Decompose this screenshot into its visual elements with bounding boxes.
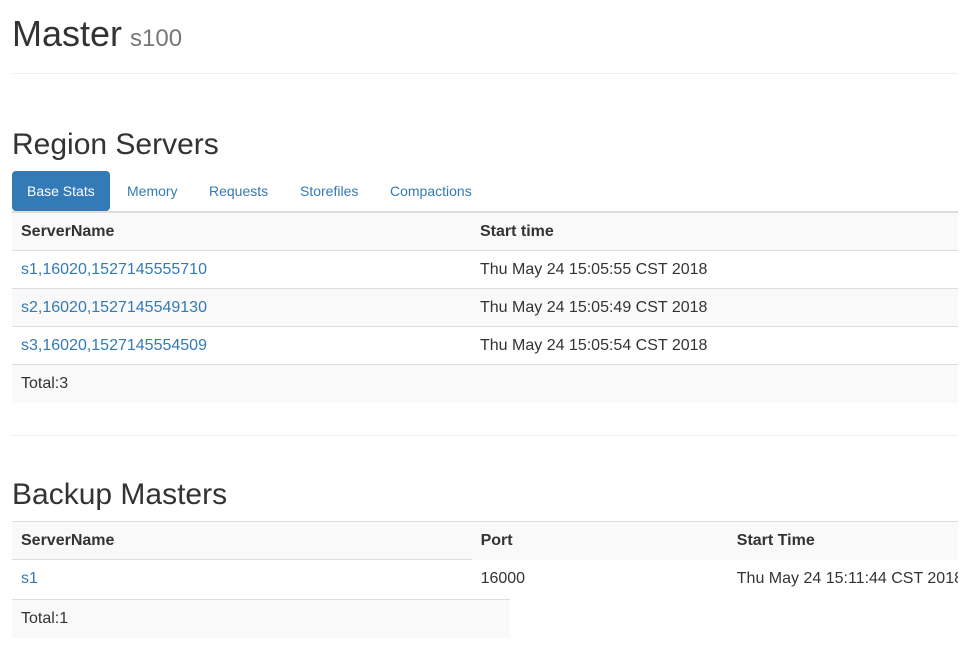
start-time-cell: Thu May 24 15:05:54 CST 2018	[471, 326, 958, 365]
server-link[interactable]: s2,16020,1527145549130	[21, 299, 207, 316]
server-name-cell: s1	[12, 559, 472, 598]
tab-requests[interactable]: Requests	[194, 171, 283, 211]
region-servers-table: ServerName Start time s1,16020,152714555…	[12, 212, 958, 403]
page-header: Master s100	[12, 12, 958, 56]
page-title: Master	[12, 13, 123, 54]
header-divider	[12, 73, 958, 74]
server-link[interactable]: s1	[21, 570, 38, 587]
table-total-row: Total:3	[12, 364, 958, 403]
backup-masters-title: Backup Masters	[12, 478, 228, 511]
region-servers-tabs: Base Stats Memory Requests Storefiles Co…	[12, 171, 958, 212]
table-row: s2,16020,1527145549130 Thu May 24 15:05:…	[12, 288, 958, 327]
server-link[interactable]: s1,16020,1527145555710	[21, 261, 207, 278]
port-cell: 16000	[480, 569, 526, 587]
backup-masters-total: Total:1	[12, 599, 510, 638]
server-link[interactable]: s3,16020,1527145554509	[21, 337, 207, 354]
table-row: s1 16000 Thu May 24 15:11:44 CST 2018	[12, 559, 958, 598]
page-subtitle: s100	[130, 25, 183, 52]
server-name-cell: s2,16020,1527145549130	[12, 288, 471, 327]
tab-storefiles[interactable]: Storefiles	[285, 171, 373, 211]
column-header-start-time: Start time	[471, 212, 958, 251]
region-servers-title: Region Servers	[12, 128, 219, 161]
total-cell: Total:3	[12, 364, 471, 403]
table-row: s1,16020,1527145555710 Thu May 24 15:05:…	[12, 250, 958, 289]
table-header-row: ServerName Start time	[12, 212, 958, 251]
server-name-cell: s1,16020,1527145555710	[12, 250, 471, 289]
column-header-servername: ServerName	[12, 521, 472, 560]
section-divider	[12, 435, 958, 436]
tab-base-stats[interactable]: Base Stats	[12, 171, 110, 211]
start-time-cell: Thu May 24 15:11:44 CST 2018	[736, 569, 958, 587]
column-header-servername: ServerName	[12, 212, 471, 251]
page: Master s100 Region Servers Base Stats Mem…	[0, 0, 958, 659]
column-header-start-time: Start Time	[727, 521, 958, 560]
start-time-cell: Thu May 24 15:05:55 CST 2018	[471, 250, 958, 289]
column-header-port: Port	[471, 521, 728, 560]
start-time-cell: Thu May 24 15:05:49 CST 2018	[471, 288, 958, 327]
content-area: Master s100 Region Servers Base Stats Mem…	[0, 0, 958, 659]
table-header-row: ServerName Port Start Time	[12, 521, 958, 560]
server-name-cell: s3,16020,1527145554509	[12, 326, 471, 365]
tab-memory[interactable]: Memory	[112, 171, 193, 211]
tab-compactions[interactable]: Compactions	[375, 171, 487, 211]
table-row: s3,16020,1527145554509 Thu May 24 15:05:…	[12, 326, 958, 365]
empty-cell	[471, 364, 958, 403]
backup-masters-table: ServerName Port Start Time s1 16000 Thu …	[12, 521, 958, 598]
